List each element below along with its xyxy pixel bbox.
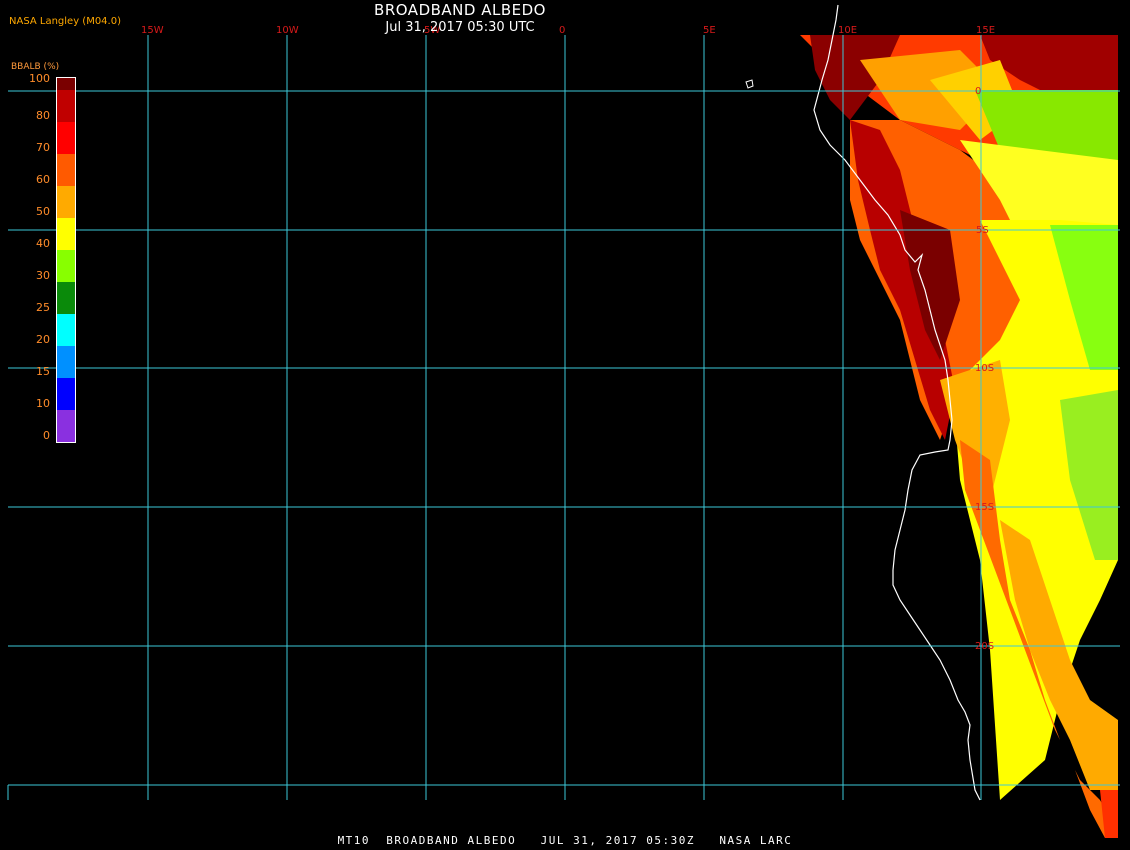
legend-swatch (57, 250, 75, 282)
legend-tick-label: 0 (43, 429, 50, 442)
lat-label-10s: 10S (975, 363, 994, 374)
legend-swatch (57, 314, 75, 346)
legend-tick-label: 15 (36, 365, 50, 378)
lat-label-0: 0 (975, 86, 981, 97)
legend-swatch (57, 122, 75, 154)
albedo-field (800, 35, 1118, 838)
map-timestamp: Jul 31, 2017 05:30 UTC (385, 20, 535, 35)
legend-tick-label: 20 (36, 333, 50, 346)
legend-title: BBALB (%) (11, 62, 60, 72)
legend-tick-label: 60 (36, 173, 50, 186)
lon-label-15e: 15E (976, 25, 995, 36)
legend-tick-label: 80 (36, 109, 50, 122)
legend-swatch (57, 78, 75, 90)
legend-tick-label: 100 (29, 72, 50, 85)
legend-swatch (57, 154, 75, 186)
legend-tick-label: 10 (36, 397, 50, 410)
legend-tick-label: 40 (36, 237, 50, 250)
color-legend (56, 77, 76, 443)
legend-tick-label: 50 (36, 205, 50, 218)
legend-tick-label: 70 (36, 141, 50, 154)
legend-swatch (57, 378, 75, 410)
footer-caption: MT10 BROADBAND ALBEDO JUL 31, 2017 05:30… (337, 834, 793, 847)
legend-swatch (57, 186, 75, 218)
legend-swatch (57, 218, 75, 250)
legend-tick-label: 25 (36, 301, 50, 314)
legend-swatch (57, 90, 75, 122)
map-canvas: 15W 10W 5W 0 5E 10E 15E 0 5S 10S 15S 20S (7, 4, 1120, 838)
legend-swatch (57, 282, 75, 314)
brand-label: NASA Langley (M04.0) (9, 16, 121, 27)
lat-label-20s: 20S (975, 641, 994, 652)
legend-tick-label: 30 (36, 269, 50, 282)
lat-label-15s: 15S (975, 502, 994, 513)
lat-label-5s: 5S (976, 225, 989, 236)
legend-swatch (57, 346, 75, 378)
legend-swatch (57, 410, 75, 442)
map-title: BROADBAND ALBEDO (374, 1, 546, 19)
